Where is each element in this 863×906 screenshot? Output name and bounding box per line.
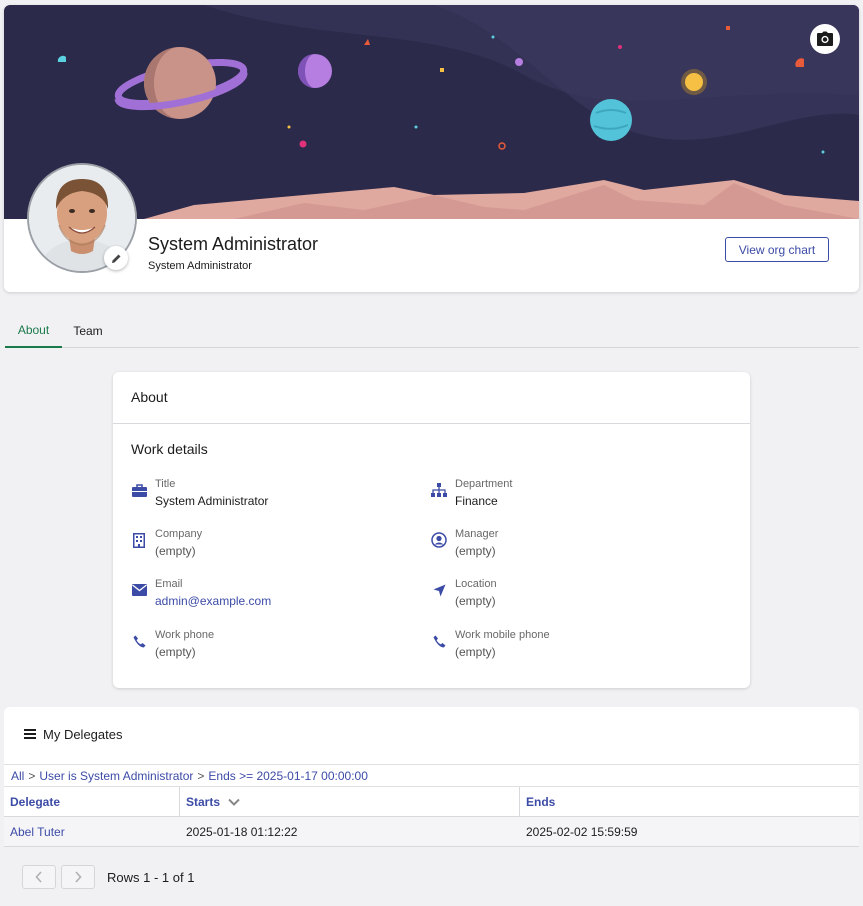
field-label: Work mobile phone xyxy=(455,629,550,641)
about-heading: About xyxy=(131,389,168,405)
location-arrow-icon xyxy=(431,582,447,598)
hamburger-menu-icon[interactable] xyxy=(24,728,36,740)
breadcrumb-filter-ends[interactable]: Ends >= 2025-01-17 00:00:00 xyxy=(208,769,367,783)
profile-banner xyxy=(4,5,859,219)
breadcrumb-all[interactable]: All xyxy=(11,769,24,783)
phone-icon xyxy=(131,633,147,649)
view-org-chart-button[interactable]: View org chart xyxy=(725,237,829,262)
field-value: Finance xyxy=(455,494,498,508)
rows-count: Rows 1 - 1 of 1 xyxy=(107,870,195,885)
breadcrumb-separator: > xyxy=(28,768,36,783)
starts-cell: 2025-01-18 01:12:22 xyxy=(186,825,298,839)
tab-about[interactable]: About xyxy=(5,314,62,348)
field-value: System Administrator xyxy=(155,494,269,508)
next-page-button[interactable] xyxy=(61,865,95,889)
profile-card: System Administrator System Administrato… xyxy=(4,5,859,292)
field-label: Department xyxy=(455,478,513,490)
user-circle-icon xyxy=(431,532,447,548)
delegate-link[interactable]: Abel Tuter xyxy=(4,817,180,847)
edit-avatar-button[interactable] xyxy=(104,246,128,270)
field-label: Work phone xyxy=(155,629,215,641)
profile-name: System Administrator xyxy=(148,234,319,254)
field-value: (empty) xyxy=(155,645,196,659)
email-link[interactable]: admin@example.com xyxy=(155,594,271,608)
field-value: (empty) xyxy=(155,544,196,558)
field-location: Location (empty) xyxy=(431,578,711,612)
delegates-header: My Delegates xyxy=(4,707,859,764)
column-header-delegate[interactable]: Delegate xyxy=(4,787,180,817)
column-header-starts[interactable]: Starts xyxy=(180,787,520,817)
chevron-left-icon xyxy=(35,871,42,883)
pagination: Rows 1 - 1 of 1 xyxy=(4,847,859,906)
change-banner-button[interactable] xyxy=(810,24,840,54)
column-header-ends[interactable]: Ends xyxy=(520,787,859,817)
field-work-phone: Work phone (empty) xyxy=(131,629,411,663)
building-icon xyxy=(131,532,147,548)
field-company: Company (empty) xyxy=(131,528,411,562)
about-header: About xyxy=(113,372,750,424)
briefcase-icon xyxy=(131,482,147,498)
envelope-icon xyxy=(131,582,147,598)
field-value: (empty) xyxy=(455,544,496,558)
previous-page-button[interactable] xyxy=(22,865,56,889)
table-row: Abel Tuter 2025-01-18 01:12:22 2025-02-0… xyxy=(4,817,859,847)
pencil-icon xyxy=(111,254,120,263)
field-label: Location xyxy=(455,578,497,590)
breadcrumb-separator: > xyxy=(197,768,205,783)
ends-cell: 2025-02-02 15:59:59 xyxy=(526,825,638,839)
field-title: Title System Administrator xyxy=(131,478,411,512)
org-hierarchy-icon xyxy=(431,482,447,498)
about-card: About Work details Title System Administ… xyxy=(113,372,750,688)
field-label: Manager xyxy=(455,528,499,540)
my-delegates-panel: My Delegates All > User is System Admini… xyxy=(4,707,859,906)
field-work-mobile-phone: Work mobile phone (empty) xyxy=(431,629,711,663)
field-department: Department Finance xyxy=(431,478,711,512)
field-email: Email admin@example.com xyxy=(131,578,411,612)
breadcrumb-filter-user[interactable]: User is System Administrator xyxy=(39,769,193,783)
field-value: (empty) xyxy=(455,645,496,659)
field-label: Email xyxy=(155,578,183,590)
tab-team[interactable]: Team xyxy=(62,314,114,348)
work-details-title: Work details xyxy=(131,441,208,457)
profile-subtitle: System Administrator xyxy=(148,260,252,272)
delegates-title: My Delegates xyxy=(43,727,123,742)
profile-tabs: About Team xyxy=(5,314,859,348)
field-label: Company xyxy=(155,528,203,540)
filter-breadcrumb: All > User is System Administrator > End… xyxy=(4,764,859,787)
chevron-down-icon xyxy=(228,798,240,806)
chevron-right-icon xyxy=(75,871,82,883)
camera-icon xyxy=(817,31,833,46)
field-label: Title xyxy=(155,478,176,490)
table-header-row: Delegate Starts Ends xyxy=(4,787,859,817)
field-manager: Manager (empty) xyxy=(431,528,711,562)
phone-icon xyxy=(431,633,447,649)
field-value: (empty) xyxy=(455,594,496,608)
column-header-label: Starts xyxy=(186,795,221,809)
